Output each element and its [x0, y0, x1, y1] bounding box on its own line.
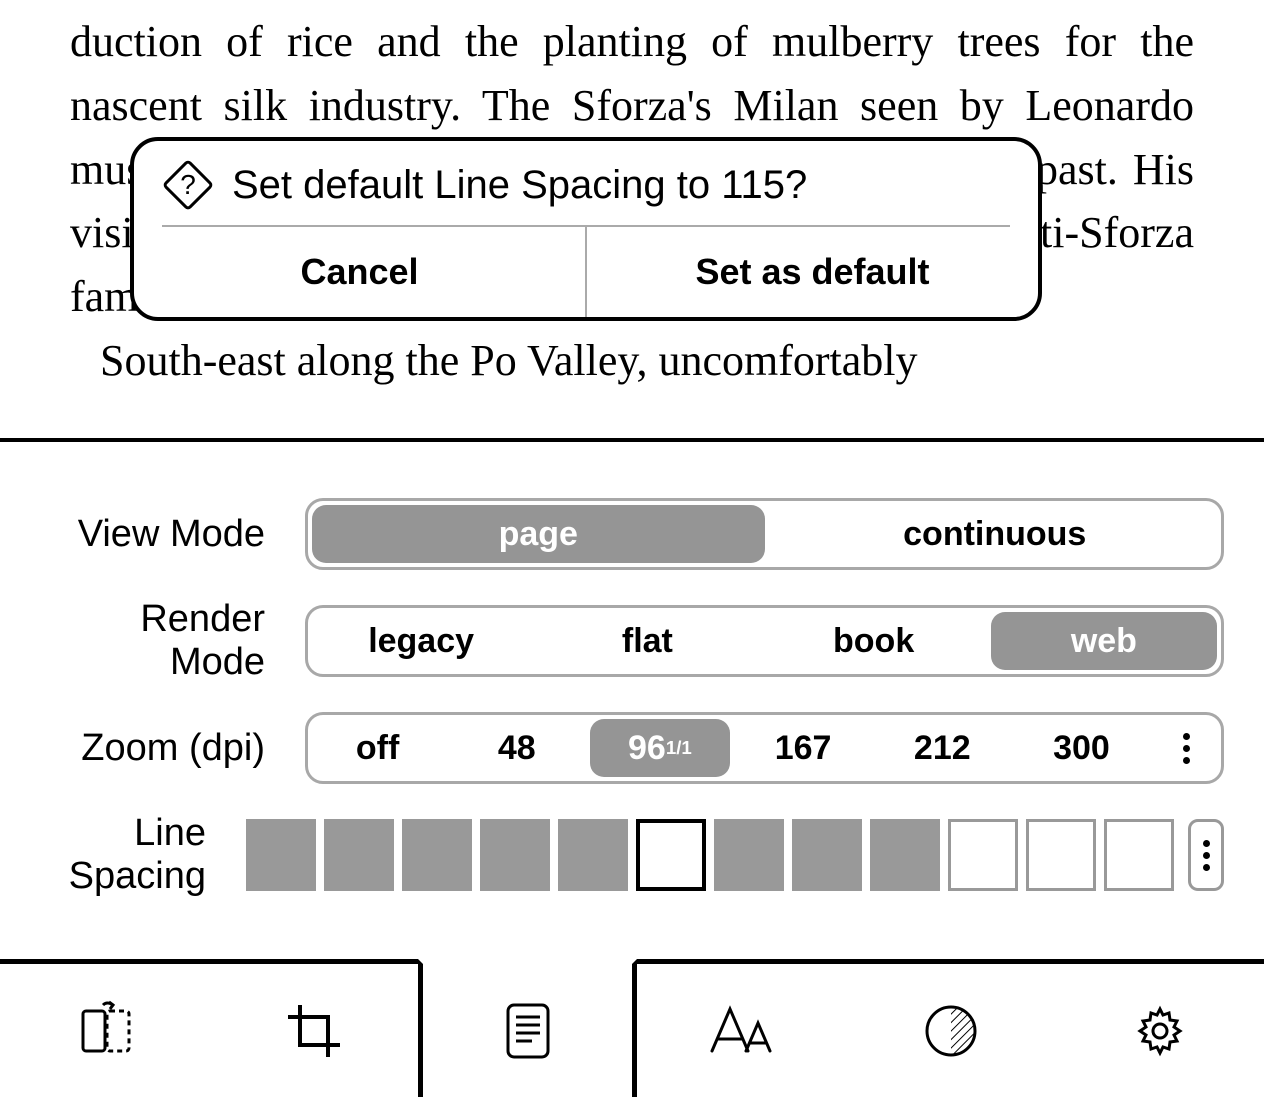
- rotation-icon: [73, 999, 137, 1063]
- line-spacing-step[interactable]: [402, 819, 472, 891]
- svg-text:?: ?: [180, 169, 196, 200]
- contrast-icon: [921, 1001, 981, 1061]
- line-spacing-step[interactable]: [636, 819, 706, 891]
- question-diamond-icon: ?: [162, 159, 214, 211]
- view-mode-segmented: page continuous: [305, 498, 1224, 570]
- tab-contrast[interactable]: [846, 964, 1055, 1097]
- zoom-more[interactable]: [1151, 715, 1221, 781]
- view-mode-row: View Mode page continuous: [40, 498, 1224, 570]
- render-mode-web[interactable]: web: [991, 612, 1217, 670]
- bottom-tabbar: [0, 959, 1264, 1097]
- tab-rotation[interactable]: [0, 964, 209, 1097]
- render-mode-flat[interactable]: flat: [534, 608, 760, 674]
- line-spacing-step[interactable]: [1026, 819, 1096, 891]
- zoom-300[interactable]: 300: [1012, 715, 1151, 781]
- line-spacing-step[interactable]: [870, 819, 940, 891]
- line-spacing-step[interactable]: [480, 819, 550, 891]
- body-text-2: South-east along the Po Valley, uncomfor…: [100, 336, 918, 385]
- render-mode-row: Render Mode legacy flat book web: [40, 598, 1224, 684]
- set-default-button[interactable]: Set as default: [587, 227, 1038, 317]
- line-spacing-step[interactable]: [558, 819, 628, 891]
- line-spacing-step[interactable]: [714, 819, 784, 891]
- confirm-dialog: ? Set default Line Spacing to 115? Cance…: [130, 137, 1042, 321]
- render-mode-book[interactable]: book: [761, 608, 987, 674]
- line-spacing-label: Line Spacing: [40, 812, 246, 898]
- render-mode-label: Render Mode: [40, 598, 305, 684]
- crop-icon: [282, 999, 346, 1063]
- zoom-label: Zoom (dpi): [40, 727, 305, 770]
- line-spacing-track[interactable]: [246, 819, 1224, 891]
- dialog-title: Set default Line Spacing to 115?: [232, 163, 807, 208]
- zoom-off[interactable]: off: [308, 715, 447, 781]
- zoom-48[interactable]: 48: [447, 715, 586, 781]
- zoom-167[interactable]: 167: [734, 715, 873, 781]
- tab-typography[interactable]: [637, 964, 846, 1097]
- cancel-button[interactable]: Cancel: [134, 227, 587, 317]
- zoom-212[interactable]: 212: [873, 715, 1012, 781]
- page-layout-icon: [500, 999, 556, 1063]
- tab-page-layout[interactable]: [418, 959, 637, 1097]
- zoom-segmented: off 48 961/1 167 212 300: [305, 712, 1224, 784]
- view-mode-label: View Mode: [40, 513, 305, 556]
- line-spacing-more[interactable]: [1188, 819, 1224, 891]
- settings-panel: View Mode page continuous Render Mode le…: [0, 470, 1264, 926]
- zoom-row: Zoom (dpi) off 48 961/1 167 212 300: [40, 712, 1224, 784]
- more-icon: [1183, 733, 1190, 764]
- gear-icon: [1130, 1001, 1190, 1061]
- tab-crop[interactable]: [209, 964, 418, 1097]
- render-mode-legacy[interactable]: legacy: [308, 608, 534, 674]
- line-spacing-step[interactable]: [1104, 819, 1174, 891]
- line-spacing-step[interactable]: [948, 819, 1018, 891]
- typography-icon: [706, 1003, 778, 1059]
- panel-divider: [0, 438, 1264, 442]
- line-spacing-step[interactable]: [246, 819, 316, 891]
- tab-settings[interactable]: [1055, 964, 1264, 1097]
- line-spacing-row: Line Spacing: [40, 812, 1224, 898]
- render-mode-segmented: legacy flat book web: [305, 605, 1224, 677]
- line-spacing-step[interactable]: [792, 819, 862, 891]
- line-spacing-step[interactable]: [324, 819, 394, 891]
- view-mode-page[interactable]: page: [312, 505, 765, 563]
- view-mode-continuous[interactable]: continuous: [769, 501, 1222, 567]
- zoom-96[interactable]: 961/1: [590, 719, 729, 777]
- more-icon: [1203, 840, 1210, 871]
